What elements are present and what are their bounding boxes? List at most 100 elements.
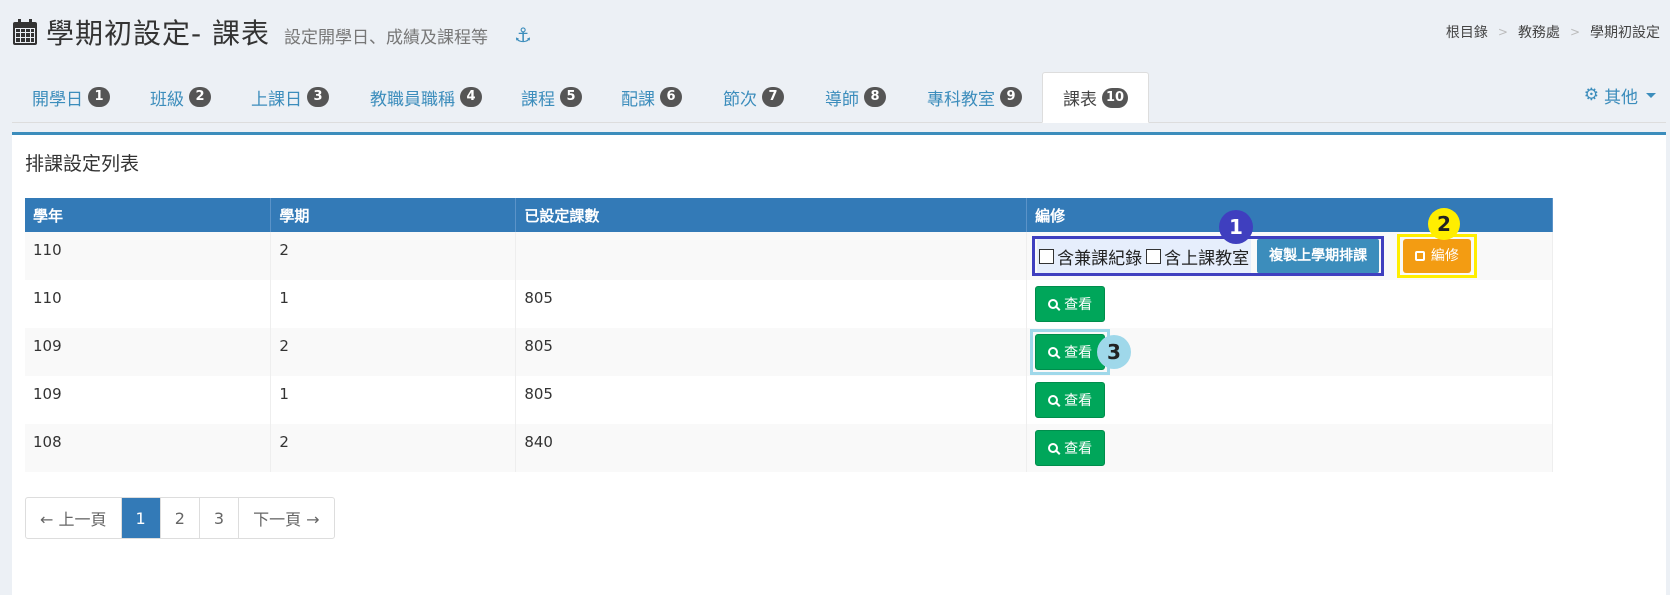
tab-label: 上課日 — [251, 89, 302, 110]
cell-ops: 含兼課紀錄 含上課教室 複製上學期排課 編修 — [1026, 232, 1553, 280]
table-row: 108 2 840 查看 — [25, 424, 1553, 472]
cell-year: 109 — [25, 376, 272, 424]
view-button[interactable]: 查看 — [1035, 286, 1106, 322]
search-icon — [1048, 395, 1059, 405]
view-button[interactable]: 查看 — [1035, 334, 1106, 370]
tab-label: 教職員職稱 — [370, 89, 455, 110]
other-menu-dropdown[interactable]: ⚙ 其他 — [1584, 72, 1656, 118]
tab-start-date[interactable]: 開學日 1 — [32, 72, 110, 122]
cell-year: 109 — [25, 328, 272, 376]
cell-term: 2 — [270, 328, 517, 376]
include-classroom-checkbox[interactable]: 含上課教室 — [1144, 239, 1252, 273]
tab-badge: 6 — [660, 87, 682, 107]
tab-badge: 7 — [762, 87, 784, 107]
search-icon — [1048, 443, 1059, 453]
tab-badge: 2 — [189, 87, 211, 107]
table-row: 109 1 805 查看 — [25, 376, 1553, 424]
page-3-button[interactable]: 3 — [200, 498, 240, 538]
header-course-count: 已設定課數 — [515, 198, 1028, 232]
cell-count: 805 — [515, 328, 1028, 376]
edit-label: 編修 — [1430, 248, 1459, 264]
page-2-button[interactable]: 2 — [161, 498, 200, 538]
cell-count — [515, 232, 1028, 280]
tab-staff-titles[interactable]: 教職員職稱 4 — [370, 72, 482, 122]
schedule-table: 學年 學期 已設定課數 編修 110 2 含兼課紀錄 含上課教室 複製上學期排課 — [25, 198, 1553, 472]
cell-count: 840 — [515, 424, 1028, 472]
cell-ops: 查看 — [1026, 424, 1553, 472]
breadcrumb-separator: > — [1497, 25, 1508, 39]
breadcrumb-academic-affairs[interactable]: 教務處 — [1518, 22, 1560, 42]
tab-school-days[interactable]: 上課日 3 — [251, 72, 329, 122]
cell-count: 805 — [515, 280, 1028, 328]
tab-periods[interactable]: 節次 7 — [723, 72, 784, 122]
tab-label: 班級 — [150, 89, 184, 110]
tab-course-assign[interactable]: 配課 6 — [621, 72, 682, 122]
cell-term: 2 — [270, 424, 517, 472]
annotation-marker-3: 3 — [1097, 335, 1131, 369]
tab-badge: 5 — [560, 87, 582, 107]
view-label: 查看 — [1064, 441, 1093, 457]
tab-label: 專科教室 — [927, 89, 995, 110]
breadcrumb: 根目錄 > 教務處 > 學期初設定 — [1446, 22, 1660, 42]
edit-highlight: 編修 — [1396, 234, 1477, 278]
breadcrumb-current: 學期初設定 — [1590, 25, 1660, 41]
checkbox-icon — [1146, 248, 1162, 264]
box-title: 排課設定列表 — [25, 153, 140, 175]
tab-label: 配課 — [621, 89, 655, 110]
calendar-icon — [13, 19, 37, 45]
tab-badge: 9 — [1000, 87, 1022, 107]
header-edit: 編修 — [1026, 198, 1553, 232]
cell-year: 108 — [25, 424, 272, 472]
cell-count: 805 — [515, 376, 1028, 424]
checkbox-label: 含上課教室 — [1164, 248, 1250, 269]
prev-page-button[interactable]: ← 上一頁 — [26, 498, 122, 538]
view-button[interactable]: 查看 — [1035, 430, 1106, 466]
page-1-button[interactable]: 1 — [121, 498, 161, 538]
breadcrumb-root[interactable]: 根目錄 — [1446, 22, 1488, 42]
caret-down-icon — [1646, 92, 1656, 98]
copy-last-term-button[interactable]: 複製上學期排課 — [1257, 239, 1380, 273]
checkbox-icon — [1039, 248, 1055, 264]
table-row: 110 1 805 查看 — [25, 280, 1553, 328]
tab-badge: 4 — [460, 87, 482, 107]
tab-badge: 1 — [88, 87, 110, 107]
tab-courses[interactable]: 課程 5 — [521, 72, 582, 122]
cell-ops: 查看 — [1026, 280, 1553, 328]
search-icon — [1048, 299, 1059, 309]
annotation-marker-1: 1 — [1219, 210, 1253, 244]
tab-badge: 3 — [307, 87, 329, 107]
page-header: 學期初設定- 課表 設定開學日、成績及課程等 ⚓ — [12, 12, 532, 52]
table-row: 110 2 含兼課紀錄 含上課教室 複製上學期排課 編修 — [25, 232, 1553, 280]
tab-label: 課表 — [1062, 90, 1097, 110]
anchor-icon[interactable]: ⚓ — [514, 23, 532, 47]
gear-icon: ⚙ — [1583, 85, 1599, 105]
header-year: 學年 — [25, 198, 272, 232]
tab-classes[interactable]: 班級 2 — [150, 72, 211, 122]
page-title: 學期初設定- 課表 — [46, 17, 271, 50]
tab-label: 導師 — [825, 89, 859, 110]
tab-bar: 開學日 1 班級 2 上課日 3 教職員職稱 4 課程 5 配課 6 節次 7 導師 8 專科教… — [12, 72, 1666, 123]
edit-icon — [1414, 251, 1425, 261]
view-label: 查看 — [1064, 297, 1093, 313]
tab-badge: 8 — [864, 87, 886, 107]
tab-badge: 10 — [1101, 87, 1129, 108]
tab-special-rooms[interactable]: 專科教室 9 — [927, 72, 1022, 122]
pagination: ← 上一頁 1 2 3 下一頁 → — [25, 497, 335, 539]
cell-year: 110 — [25, 280, 272, 328]
tab-homeroom[interactable]: 導師 8 — [825, 72, 886, 122]
edit-button[interactable]: 編修 — [1402, 239, 1471, 273]
view-button[interactable]: 查看 — [1035, 382, 1106, 418]
cell-ops: 查看 — [1026, 376, 1553, 424]
cell-term: 1 — [270, 376, 517, 424]
tab-label: 課程 — [521, 89, 555, 110]
include-cross-course-checkbox[interactable]: 含兼課紀錄 — [1037, 239, 1145, 273]
view-label: 查看 — [1064, 393, 1093, 409]
annotation-marker-2: 2 — [1428, 208, 1460, 240]
next-page-button[interactable]: 下一頁 → — [239, 498, 334, 538]
tab-timetable[interactable]: 課表 10 — [1042, 72, 1149, 123]
page-subtitle: 設定開學日、成績及課程等 — [284, 27, 489, 48]
breadcrumb-separator: > — [1569, 25, 1580, 39]
cell-term: 2 — [270, 232, 517, 280]
search-icon — [1048, 347, 1059, 357]
header-term: 學期 — [270, 198, 517, 232]
